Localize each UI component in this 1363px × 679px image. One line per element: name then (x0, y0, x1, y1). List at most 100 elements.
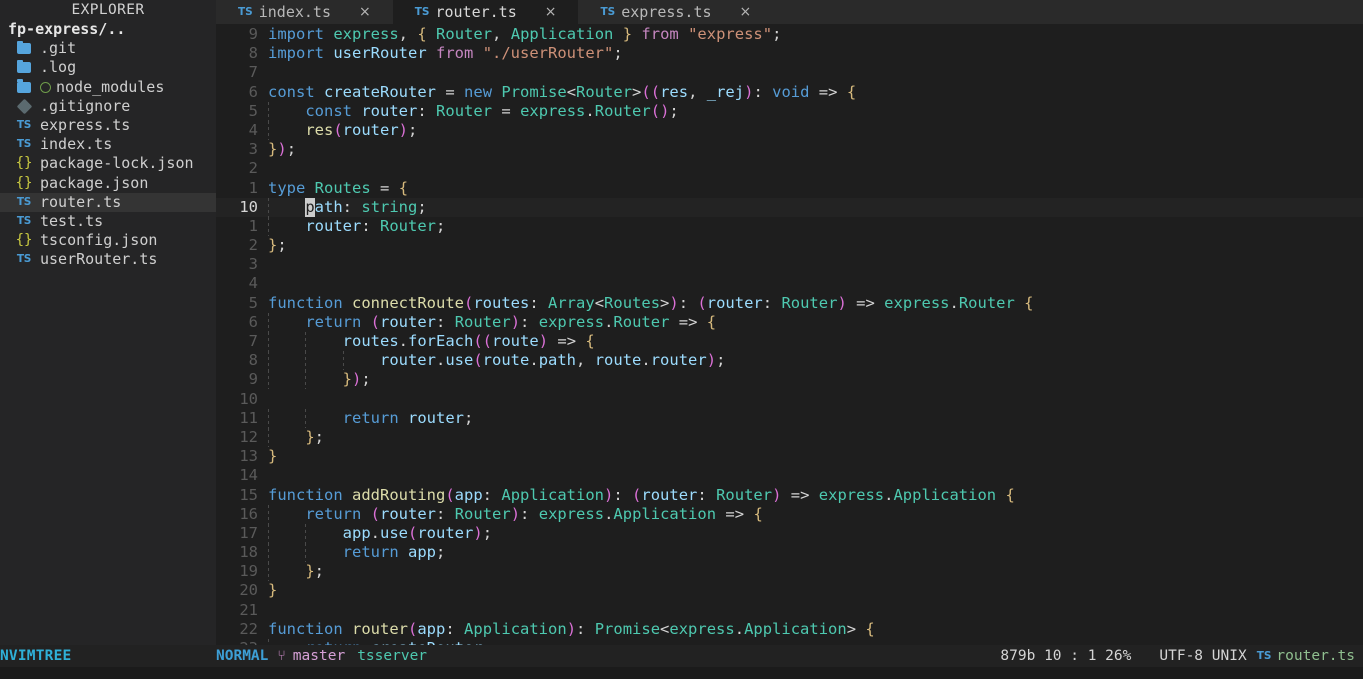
code-line-text: }); (268, 370, 371, 390)
code-line-text: router.use(route.path, route.router); (268, 351, 725, 371)
typescript-icon: TS (16, 253, 32, 266)
close-icon[interactable]: × (359, 4, 371, 20)
code-line-text: return app; (268, 543, 445, 563)
code-line: 4 (216, 274, 1363, 293)
code-line-text: }; (268, 562, 324, 582)
editor-tab-label: express.ts (621, 3, 712, 21)
statusline-tree-label: NVIMTREE (0, 648, 72, 664)
file-tree-item[interactable]: {} package-lock.json (0, 154, 216, 173)
file-tree-item[interactable]: TS userRouter.ts (0, 250, 216, 269)
code-buffer[interactable]: 9 import express, { Router, Application }… (216, 24, 1363, 645)
file-tree-item[interactable]: node_modules (0, 78, 216, 97)
code-line: 19 }; (216, 562, 1363, 582)
code-line: 1 type Routes = { (216, 179, 1363, 198)
code-line-text: const router: Router = express.Router(); (268, 101, 679, 121)
line-number: 4 (248, 274, 258, 293)
code-line-text: } (268, 447, 278, 466)
line-number: 18 (239, 543, 258, 562)
typescript-icon: TS (16, 118, 32, 131)
code-line: 18 return app; (216, 543, 1363, 563)
typescript-icon: TS (414, 6, 430, 18)
json-icon: {} (15, 232, 33, 249)
code-line: 17 app.use(router); (216, 523, 1363, 543)
line-number: 8 (248, 351, 258, 370)
json-icon: {} (15, 174, 33, 191)
file-tree-item-label: router.ts (40, 192, 122, 211)
file-tree-item-label: test.ts (40, 211, 104, 230)
typescript-icon: TS (16, 195, 32, 208)
code-line-text: function router(app: Application): Promi… (268, 619, 875, 638)
code-line-text: app.use(router); (268, 523, 492, 543)
file-tree-item[interactable]: .log (0, 58, 216, 77)
folder-icon (14, 78, 34, 97)
tab-bar[interactable]: TS index.ts × TS router.ts × TS express.ts × (216, 0, 1363, 24)
file-tree[interactable]: .git .log node_modules .gitignore TS express.… (0, 39, 216, 269)
file-tree-item-label: package.json (40, 173, 149, 192)
file-explorer-sidebar[interactable]: EXPLORER fp-express/.. .git .log node_modu… (0, 0, 216, 645)
line-number: 1 (248, 178, 258, 197)
folder-icon (14, 58, 34, 77)
code-line: 3 (216, 255, 1363, 274)
editor-tab[interactable]: TS router.ts × (392, 0, 579, 24)
code-line: 7 routes.forEach((route) => { (216, 332, 1363, 351)
code-line: 5 function connectRoute(routes: Array<Rou… (216, 294, 1363, 313)
code-line-text: routes.forEach((route) => { (268, 332, 595, 351)
text-cursor: p (305, 197, 315, 217)
statusline-lsp: tsserver (357, 648, 428, 664)
code-line: 3}); (216, 140, 1363, 159)
code-line: 16 return (router: Router): express.Appl… (216, 504, 1363, 524)
editor-tab[interactable]: TS express.ts × (578, 0, 774, 24)
git-branch-icon: ⑂ (277, 648, 286, 664)
code-line-text: }); (268, 140, 297, 159)
bottom-strip (0, 667, 1363, 679)
line-number: 5 (248, 101, 258, 120)
statusline-filename: router.ts (1276, 648, 1355, 664)
code-line-text: import userRouter from "./userRouter"; (268, 44, 623, 63)
line-number: 6 (248, 82, 258, 101)
code-line-text: router: Router; (268, 216, 445, 236)
close-icon[interactable]: × (545, 4, 557, 20)
file-tree-item[interactable]: TS test.ts (0, 212, 216, 231)
statusline-branch: master (292, 648, 346, 664)
line-number: 3 (248, 140, 258, 159)
code-line: 2}; (216, 236, 1363, 255)
main-body: EXPLORER fp-express/.. .git .log node_modu… (0, 0, 1363, 645)
line-number: 13 (239, 447, 258, 466)
neovim-window: EXPLORER fp-express/.. .git .log node_modu… (0, 0, 1363, 679)
git-status-icon (40, 81, 51, 93)
close-icon[interactable]: × (740, 4, 752, 20)
statusline-mode: NORMAL (216, 648, 269, 664)
code-line-text: const createRouter = new Promise<Router>… (268, 82, 857, 101)
file-tree-item[interactable]: {} tsconfig.json (0, 231, 216, 250)
line-number: 21 (239, 600, 258, 619)
code-line: 15 function addRouting(app: Application):… (216, 486, 1363, 505)
code-line: 13} (216, 447, 1363, 466)
line-number: 9 (248, 370, 258, 389)
code-line-text: res(router); (268, 120, 417, 140)
file-tree-item[interactable]: .git (0, 39, 216, 58)
file-tree-item-label: node_modules (56, 77, 165, 96)
code-line-text: import express, { Router, Application } … (268, 25, 782, 43)
line-number: 22 (239, 619, 258, 638)
code-line: 21 (216, 601, 1363, 620)
code-line: 4 res(router); (216, 120, 1363, 140)
file-tree-item[interactable]: {} package.json (0, 174, 216, 193)
line-number: 16 (239, 504, 258, 523)
line-number: 20 (239, 581, 258, 600)
editor-area: TS index.ts × TS router.ts × TS express.ts × 9 im… (216, 0, 1363, 645)
line-number: 15 (239, 485, 258, 504)
code-line-text: return (router: Router): express.Applica… (268, 504, 763, 524)
line-number: 23 (216, 639, 268, 645)
file-tree-item[interactable]: TS router.ts (0, 192, 216, 212)
file-tree-item[interactable]: TS index.ts (0, 135, 216, 154)
editor-tab[interactable]: TS index.ts × (216, 0, 393, 24)
typescript-icon: TS (16, 138, 32, 151)
line-number: 19 (239, 562, 258, 581)
code-line: 10 path: string; (216, 197, 1363, 217)
code-line-text: } (268, 581, 278, 600)
file-tree-item-label: .gitignore (40, 96, 131, 115)
file-tree-item[interactable]: TS express.ts (0, 116, 216, 135)
file-tree-item[interactable]: .gitignore (0, 97, 216, 116)
code-line-text: }; (268, 427, 324, 447)
code-line: 1 router: Router; (216, 216, 1363, 236)
